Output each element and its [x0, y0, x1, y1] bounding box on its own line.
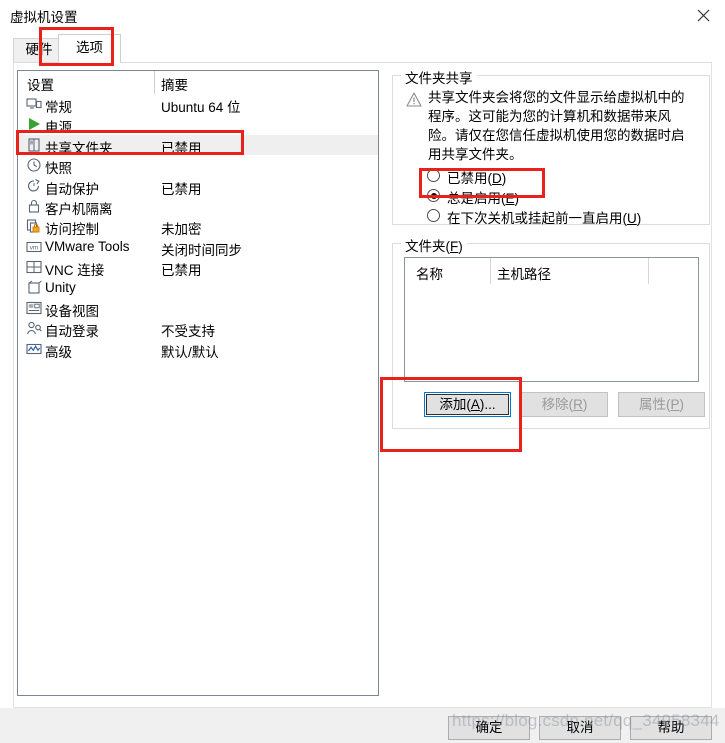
settings-list-item-label: 设备视图	[45, 303, 99, 319]
settings-list-item[interactable]: 客户机隔离	[18, 196, 378, 217]
window-title-bar: 虚拟机设置	[0, 0, 725, 30]
settings-list-item[interactable]: 高级 默认/默认	[18, 339, 378, 360]
settings-list-item-label: 常规	[45, 100, 72, 115]
settings-list-item-label: VMware Tools	[45, 238, 130, 254]
settings-list-item-summary: 已禁用	[161, 181, 202, 197]
folder-sharing-warning-text: 共享文件夹会将您的文件显示给虚拟机中的程序。这可能为您的计算机和数据带来风险。请…	[428, 90, 685, 162]
ok-button[interactable]: 确定	[448, 716, 530, 740]
settings-list-item-label: 共享文件夹	[45, 140, 113, 156]
settings-list-item-summary: 已禁用	[161, 263, 202, 279]
options-right-pane: 文件夹共享 共享文件夹会将您的文件显示给虚拟机中的程序。这可能为您的计算机和数据…	[392, 66, 710, 466]
snapshot-icon	[26, 157, 42, 173]
settings-list-item-summary: 默认/默认	[161, 344, 219, 360]
folders-column-divider	[648, 258, 649, 284]
warning-triangle-icon	[406, 92, 422, 107]
add-folder-button[interactable]: 添加(A)...	[424, 392, 511, 417]
settings-list-item-summary: 关闭时间同步	[161, 242, 242, 258]
folders-table-header: 名称 主机路径	[405, 258, 698, 284]
settings-list-item-label: 访问控制	[45, 222, 99, 238]
unity-icon	[26, 280, 42, 296]
settings-list-item[interactable]: 电源	[18, 114, 378, 136]
folders-table[interactable]: 名称 主机路径	[404, 257, 699, 382]
radio-label-disabled: 已禁用(D)	[447, 171, 507, 186]
radio-mark-icon	[427, 169, 440, 182]
svg-text:vm: vm	[30, 244, 39, 251]
lock-icon	[26, 198, 42, 214]
radio-mark-icon	[427, 189, 440, 202]
settings-list-item-label: 自动保护	[45, 181, 99, 197]
folders-column-host-path: 主机路径	[497, 267, 551, 282]
settings-list-item[interactable]: 常规 Ubuntu 64 位	[18, 94, 378, 115]
autoprotect-icon	[26, 178, 42, 194]
folders-group: 文件夹(F) 名称 主机路径 添加(A)... 移除(R) 属性(P)	[392, 235, 710, 429]
tab-strip: 硬件 选项	[13, 34, 712, 63]
folder-properties-button[interactable]: 属性(P)	[618, 392, 705, 417]
folder-sharing-group-title: 文件夹共享	[401, 67, 477, 87]
remove-folder-button[interactable]: 移除(R)	[521, 392, 608, 417]
settings-list-header: 设置 摘要	[18, 71, 378, 94]
settings-list-item[interactable]: 设备视图	[18, 298, 378, 319]
settings-list-item-summary: 未加密	[161, 222, 202, 238]
monitor-icon	[26, 96, 42, 112]
radio-mark-icon	[427, 209, 440, 222]
autologin-icon	[26, 320, 42, 336]
list-header-divider	[154, 71, 155, 94]
column-header-setting: 设置	[27, 78, 54, 93]
settings-list-item[interactable]: Unity	[18, 278, 378, 298]
settings-list-item[interactable]: 快照	[18, 155, 378, 177]
settings-list[interactable]: 设置 摘要 常规 Ubuntu 64 位电源 共享文件夹 已禁用 快照 自动保护 已禁用 客户…	[17, 70, 379, 696]
settings-list-item-label: 快照	[45, 161, 72, 177]
settings-list-item[interactable]: vm VMware Tools 关闭时间同步	[18, 237, 378, 258]
settings-list-item-summary: Ubuntu 64 位	[161, 100, 241, 115]
vmware-tools-icon: vm	[26, 239, 42, 255]
settings-list-item-label: 自动登录	[45, 324, 99, 340]
device-view-icon	[26, 300, 42, 316]
radio-label-always: 总是启用(E)	[447, 191, 520, 206]
close-icon	[697, 9, 710, 22]
close-button[interactable]	[681, 0, 725, 30]
settings-list-item-summary: 已禁用	[161, 140, 202, 156]
radio-label-until-shutdown: 在下次关机或挂起前一直启用(U)	[447, 211, 642, 226]
settings-list-item-summary: 不受支持	[161, 324, 215, 340]
vnc-icon	[26, 259, 42, 275]
settings-list-item-label: VNC 连接	[45, 263, 105, 279]
folders-column-name: 名称	[416, 267, 443, 282]
tab-options[interactable]: 选项	[58, 34, 121, 63]
folder-sharing-group: 文件夹共享 共享文件夹会将您的文件显示给虚拟机中的程序。这可能为您的计算机和数据…	[392, 67, 710, 226]
settings-list-item-label: 高级	[45, 344, 72, 360]
settings-list-item-label: Unity	[45, 279, 76, 295]
access-control-icon	[26, 218, 42, 234]
cancel-button[interactable]: 取消	[539, 716, 621, 740]
power-play-icon	[26, 116, 42, 132]
advanced-icon	[26, 341, 42, 357]
settings-list-item[interactable]: 自动登录 不受支持	[18, 318, 378, 340]
shared-folder-icon	[26, 137, 42, 153]
column-header-summary: 摘要	[161, 78, 188, 93]
page-title: 虚拟机设置	[10, 10, 78, 25]
settings-list-item-label: 电源	[45, 120, 72, 136]
dialog-footer: 确定 取消 帮助	[0, 708, 725, 743]
settings-list-item-label: 客户机隔离	[45, 201, 113, 217]
settings-list-item[interactable]: 访问控制 未加密	[18, 216, 378, 238]
folders-group-title: 文件夹(F)	[401, 235, 467, 255]
settings-list-item[interactable]: VNC 连接 已禁用	[18, 257, 378, 279]
settings-list-item[interactable]: 共享文件夹 已禁用	[18, 134, 378, 156]
settings-list-item[interactable]: 自动保护 已禁用	[18, 176, 378, 197]
folders-column-divider	[490, 258, 491, 284]
help-button[interactable]: 帮助	[630, 716, 712, 740]
settings-list-body: 常规 Ubuntu 64 位电源 共享文件夹 已禁用 快照 自动保护 已禁用 客户机隔离 访问控…	[18, 94, 378, 360]
